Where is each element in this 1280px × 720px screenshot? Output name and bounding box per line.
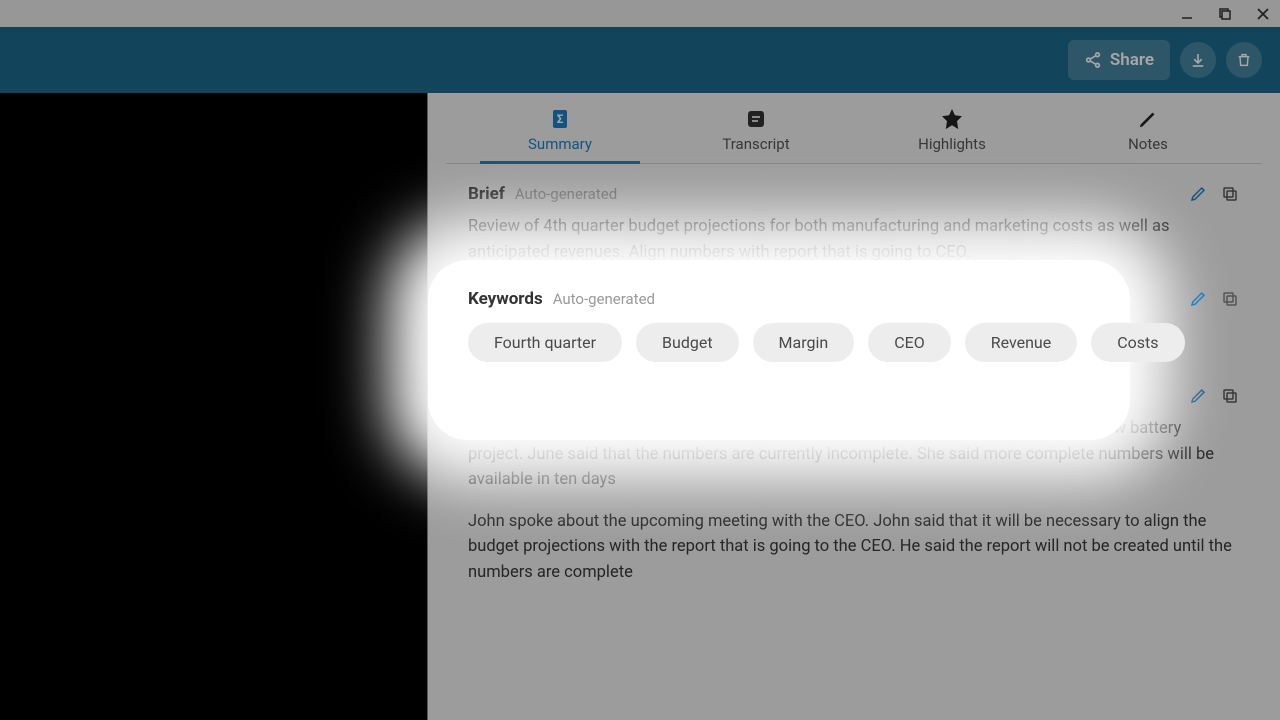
window-minimize-button[interactable] bbox=[1178, 5, 1196, 23]
share-icon bbox=[1084, 51, 1102, 69]
main-area: Σ Summary Transcript Highlights bbox=[0, 93, 1280, 720]
section-keywords: Keywords Auto-generated Fourth quarter Bu… bbox=[428, 269, 1280, 366]
window-titlebar bbox=[0, 0, 1280, 27]
share-button[interactable]: Share bbox=[1068, 40, 1170, 80]
summary-subtitle: Auto-generated bbox=[551, 387, 653, 405]
trash-icon bbox=[1236, 52, 1252, 68]
summary-title: Summary bbox=[468, 386, 541, 406]
keyword-chip[interactable]: Budget bbox=[636, 323, 739, 362]
brief-subtitle: Auto-generated bbox=[515, 185, 617, 203]
tab-label: Notes bbox=[1128, 135, 1168, 153]
pencil-icon bbox=[1136, 107, 1160, 131]
tab-bar: Σ Summary Transcript Highlights bbox=[446, 93, 1262, 164]
download-icon bbox=[1189, 51, 1207, 69]
window-maximize-button[interactable] bbox=[1216, 5, 1234, 23]
svg-text:Σ: Σ bbox=[557, 112, 564, 126]
summary-text: June spoke about the projections for bot… bbox=[468, 416, 1240, 585]
app-toolbar: Share bbox=[0, 27, 1280, 93]
delete-button[interactable] bbox=[1226, 42, 1262, 78]
keyword-chip[interactable]: Revenue bbox=[965, 323, 1078, 362]
tab-summary[interactable]: Σ Summary bbox=[480, 101, 640, 163]
keyword-chip[interactable]: CEO bbox=[868, 323, 951, 362]
tab-notes[interactable]: Notes bbox=[1068, 101, 1228, 163]
edit-keywords-button[interactable] bbox=[1188, 289, 1208, 309]
share-button-label: Share bbox=[1110, 50, 1154, 70]
edit-summary-button[interactable] bbox=[1188, 386, 1208, 406]
summary-paragraph: June spoke about the projections for bot… bbox=[468, 416, 1240, 493]
section-summary: Summary Auto-generated June spoke about … bbox=[428, 366, 1280, 605]
transcript-icon bbox=[744, 107, 768, 131]
section-brief: Brief Auto-generated Review of 4th quart… bbox=[428, 164, 1280, 269]
brief-title: Brief bbox=[468, 184, 505, 204]
keywords-subtitle: Auto-generated bbox=[553, 290, 655, 308]
keywords-title: Keywords bbox=[468, 289, 543, 309]
tab-transcript[interactable]: Transcript bbox=[676, 101, 836, 163]
summary-paragraph: John spoke about the upcoming meeting wi… bbox=[468, 509, 1240, 586]
download-button[interactable] bbox=[1180, 42, 1216, 78]
keyword-chip[interactable]: Margin bbox=[753, 323, 855, 362]
tab-label: Transcript bbox=[722, 135, 789, 153]
tab-label: Highlights bbox=[918, 135, 986, 153]
copy-brief-button[interactable] bbox=[1220, 184, 1240, 204]
brief-text: Review of 4th quarter budget projections… bbox=[468, 214, 1240, 265]
tab-label: Summary bbox=[528, 135, 592, 153]
keywords-list: Fourth quarter Budget Margin CEO Revenue Cost… bbox=[468, 319, 1240, 362]
video-sidebar bbox=[0, 93, 428, 720]
keyword-chip[interactable]: Fourth quarter bbox=[468, 323, 622, 362]
copy-keywords-button[interactable] bbox=[1220, 289, 1240, 309]
tab-highlights[interactable]: Highlights bbox=[872, 101, 1032, 163]
star-icon bbox=[940, 107, 964, 131]
edit-brief-button[interactable] bbox=[1188, 184, 1208, 204]
copy-summary-button[interactable] bbox=[1220, 386, 1240, 406]
content-pane: Σ Summary Transcript Highlights bbox=[428, 93, 1280, 720]
keyword-chip[interactable]: Costs bbox=[1091, 323, 1184, 362]
summary-icon: Σ bbox=[548, 107, 572, 131]
window-close-button[interactable] bbox=[1254, 5, 1272, 23]
